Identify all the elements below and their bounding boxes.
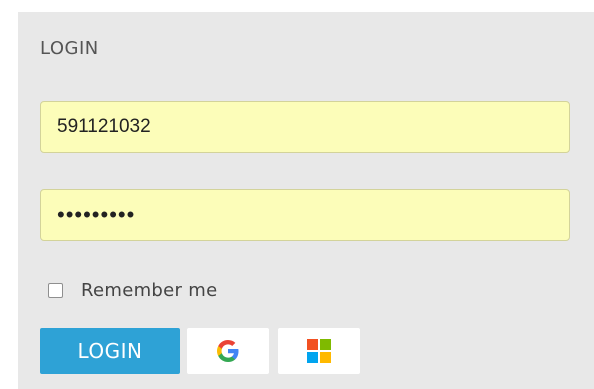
google-login-button[interactable] bbox=[187, 328, 269, 374]
microsoft-login-button[interactable] bbox=[278, 328, 360, 374]
login-button[interactable]: LOGIN bbox=[40, 328, 180, 374]
login-title: LOGIN bbox=[40, 38, 99, 59]
login-panel: LOGIN Remember me LOGIN bbox=[18, 12, 594, 389]
microsoft-icon bbox=[307, 339, 331, 363]
remember-me-checkbox[interactable] bbox=[48, 283, 63, 298]
username-input[interactable] bbox=[40, 101, 570, 153]
google-icon bbox=[216, 339, 240, 363]
password-input[interactable] bbox=[40, 189, 570, 241]
remember-me-label: Remember me bbox=[81, 280, 218, 301]
remember-me-row[interactable]: Remember me bbox=[48, 280, 217, 301]
